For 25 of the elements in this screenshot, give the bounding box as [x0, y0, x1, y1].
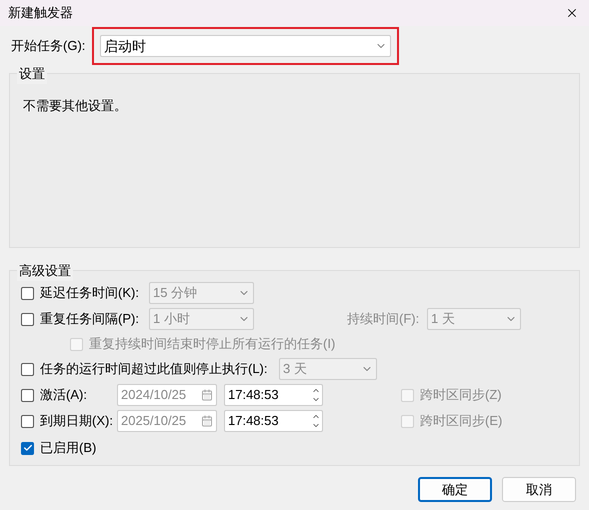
calendar-icon: [201, 415, 213, 427]
field-label: 激活(A):: [40, 386, 87, 404]
field-label: 重复任务间隔(P):: [40, 310, 139, 328]
field-label: 重复持续时间结束时停止所有运行的任务(I): [89, 335, 336, 354]
settings-text: 不需要其他设置。: [23, 97, 128, 115]
field-label: 到期日期(X):: [40, 412, 113, 430]
spinner-icon[interactable]: [311, 386, 321, 404]
window-title: 新建触发器: [8, 4, 73, 22]
field-label: 开始任务(G):: [11, 37, 83, 56]
checkbox[interactable]: [21, 442, 34, 454]
field-label: 持续时间(F):: [347, 310, 420, 328]
field-label: 跨时区同步(Z): [420, 386, 502, 404]
calendar-icon: [201, 389, 213, 401]
field-label: 延迟任务时间(K):: [40, 284, 139, 302]
field-label: 任务的运行时间超过此值则停止执行(L):: [40, 360, 268, 378]
check-icon: [22, 443, 32, 453]
close-icon[interactable]: [565, 6, 579, 20]
dialog-button[interactable]: 确定: [418, 477, 492, 502]
field-label: 跨时区同步(E): [420, 412, 502, 430]
group-title: 高级设置: [17, 261, 73, 280]
field-label: 已启用(B): [40, 439, 96, 458]
dropdown[interactable]: 启动时: [100, 35, 391, 57]
dialog-button[interactable]: 取消: [502, 477, 576, 502]
group-title: 设置: [17, 64, 47, 84]
spinner-icon[interactable]: [311, 412, 321, 430]
